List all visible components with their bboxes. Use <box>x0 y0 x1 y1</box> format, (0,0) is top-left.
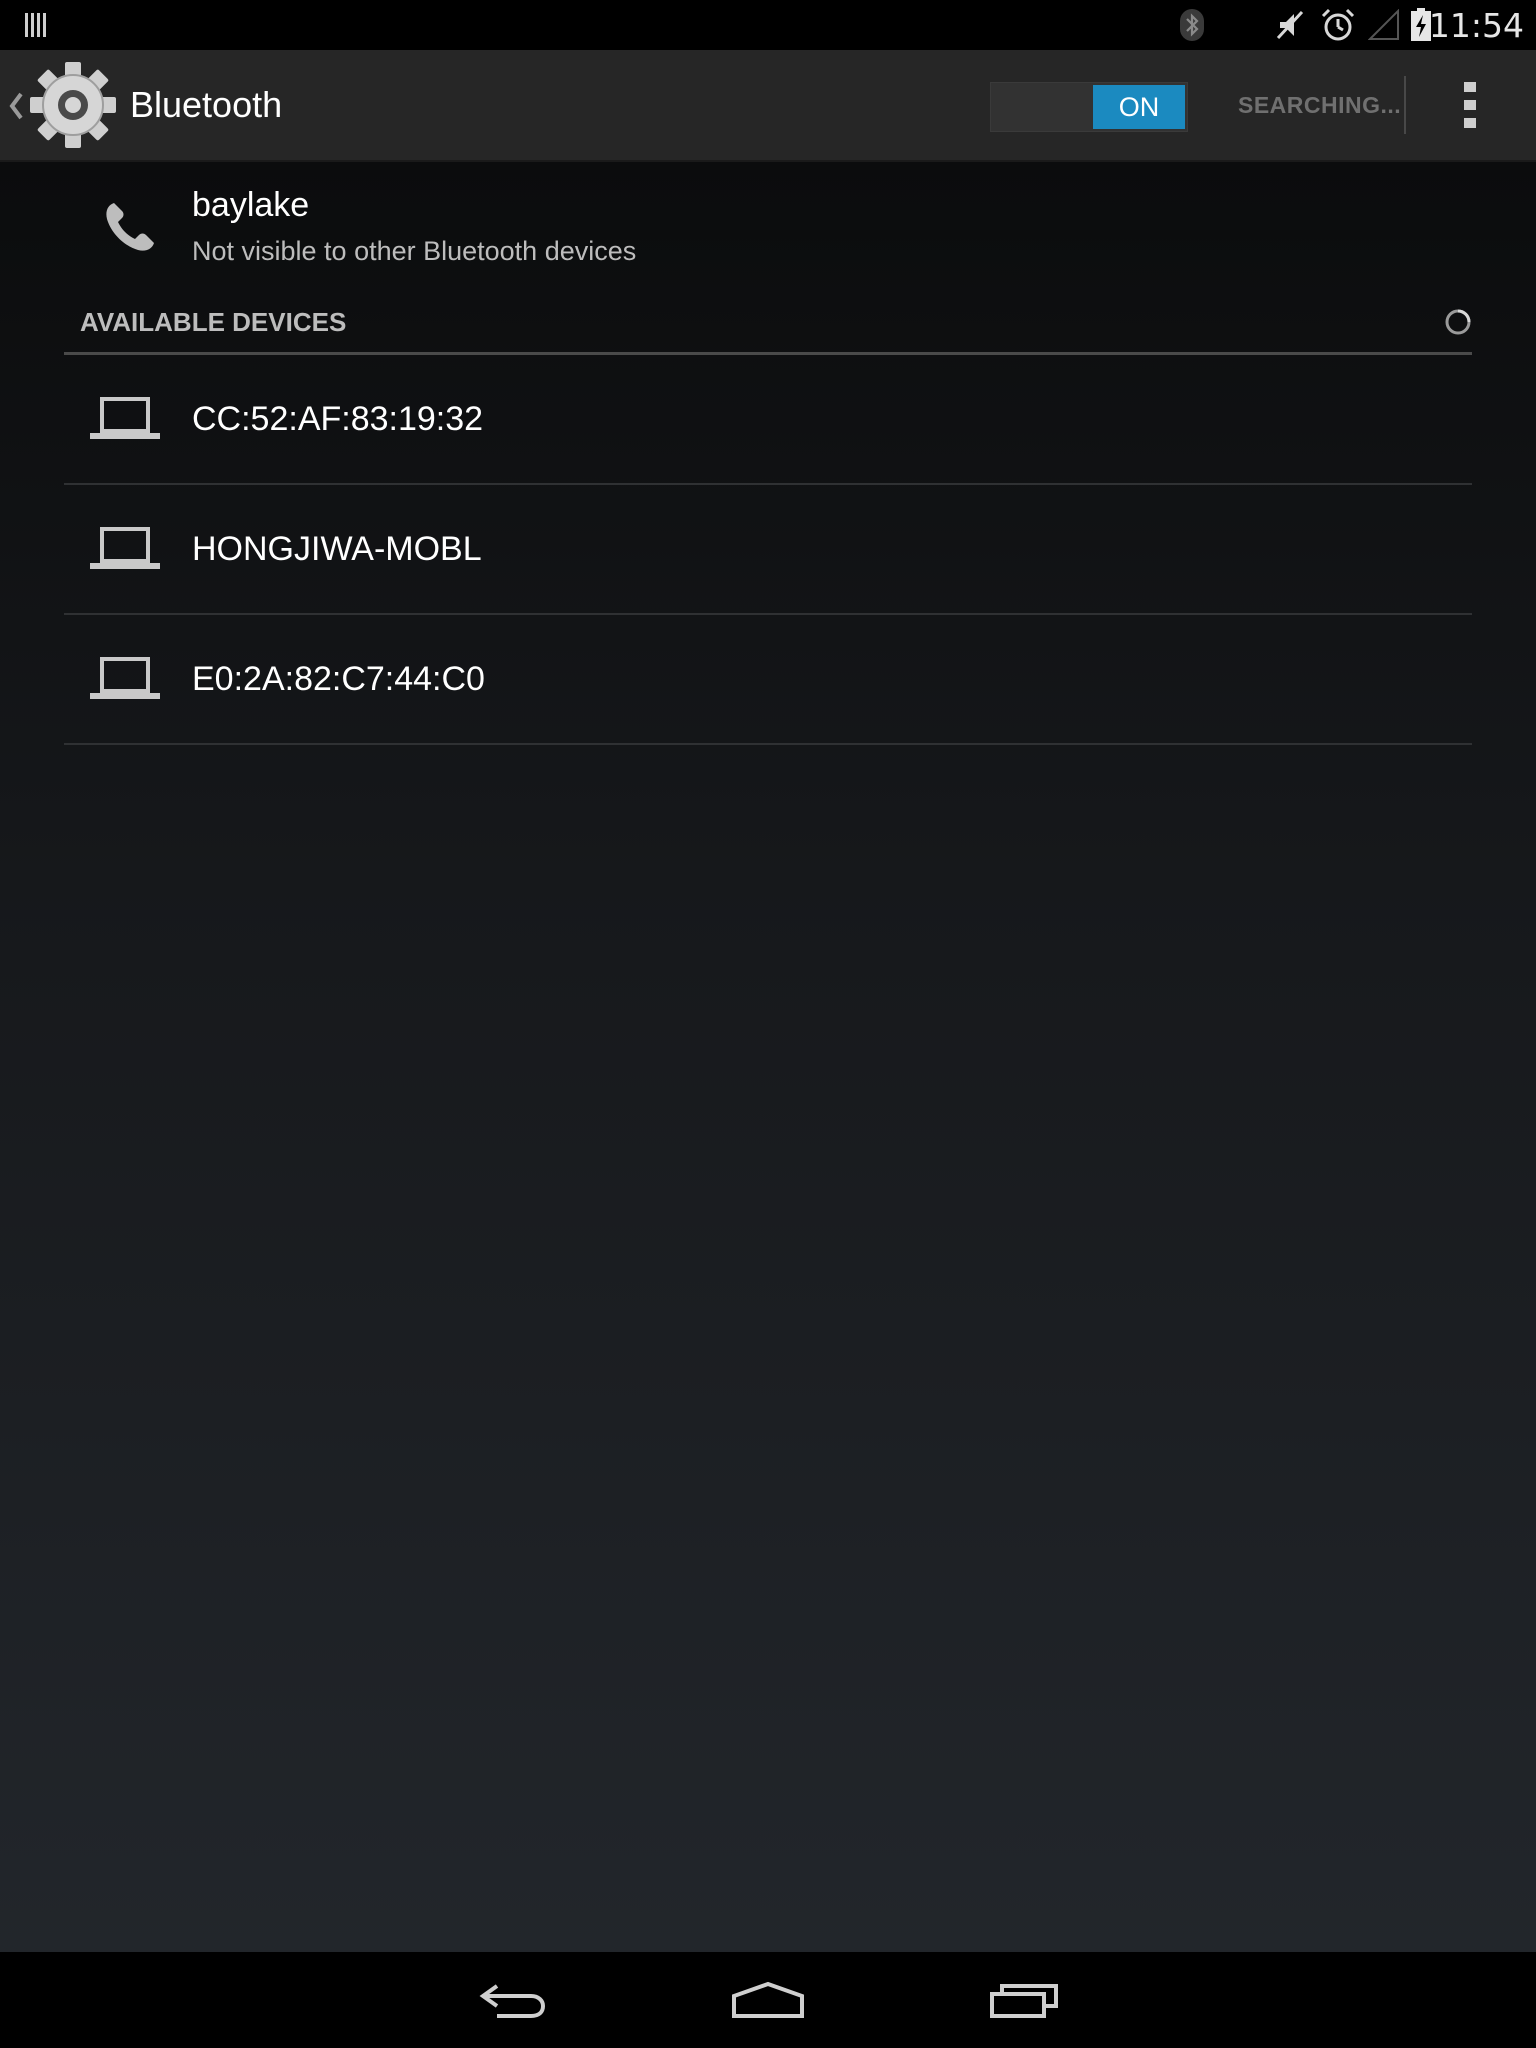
bluetooth-toggle[interactable]: ON <box>990 82 1188 132</box>
available-devices-list: CC:52:AF:83:19:32 HONGJIWA-MOBL E0:2A:82… <box>64 355 1472 745</box>
device-item[interactable]: E0:2A:82:C7:44:C0 <box>64 615 1472 745</box>
signal-icon <box>1366 0 1402 50</box>
recents-icon <box>990 1984 1058 2018</box>
bluetooth-icon <box>1176 0 1208 50</box>
search-status-button[interactable]: SEARCHING... <box>1238 50 1401 160</box>
local-device-name: baylake <box>192 186 310 224</box>
home-icon <box>732 1981 804 2018</box>
recents-button[interactable] <box>974 1966 1074 2034</box>
home-button[interactable] <box>718 1966 818 2034</box>
device-name: CC:52:AF:83:19:32 <box>192 400 484 438</box>
local-device-visibility: Not visible to other Bluetooth devices <box>192 236 637 266</box>
device-item[interactable]: CC:52:AF:83:19:32 <box>64 355 1472 485</box>
laptop-icon <box>90 655 160 703</box>
action-bar: Bluetooth ON SEARCHING... <box>0 50 1536 162</box>
navigation-bar <box>0 1952 1536 2048</box>
overflow-icon <box>1464 82 1476 128</box>
device-name: HONGJIWA-MOBL <box>192 530 482 568</box>
scanning-spinner-icon <box>1444 308 1472 336</box>
mute-icon <box>1272 0 1308 50</box>
status-time: 11:54 <box>1428 5 1524 45</box>
device-name: E0:2A:82:C7:44:C0 <box>192 660 485 698</box>
device-item[interactable]: HONGJIWA-MOBL <box>64 485 1472 615</box>
screen: 11:54 Bluetooth ON SEARCHING... baylake … <box>0 0 1536 2048</box>
content-area: baylake Not visible to other Bluetooth d… <box>0 162 1536 1952</box>
notification-icon <box>22 0 52 50</box>
page-title: Bluetooth <box>130 84 283 125</box>
toggle-on-label: ON <box>1093 85 1185 129</box>
laptop-icon <box>90 395 160 443</box>
up-chevron-icon[interactable] <box>6 86 26 126</box>
status-bar: 11:54 <box>0 0 1536 50</box>
overflow-menu-button[interactable] <box>1430 70 1510 140</box>
action-bar-divider <box>1404 76 1406 134</box>
laptop-icon <box>90 525 160 573</box>
available-devices-header: AVAILABLE DEVICES <box>64 292 1472 355</box>
alarm-icon <box>1318 0 1358 50</box>
available-devices-label: AVAILABLE DEVICES <box>80 307 347 337</box>
phone-icon <box>100 197 160 257</box>
back-icon <box>479 1984 546 2018</box>
local-device-item[interactable]: baylake Not visible to other Bluetooth d… <box>0 162 1536 292</box>
settings-gear-icon[interactable] <box>28 60 118 150</box>
back-button[interactable] <box>462 1966 562 2034</box>
